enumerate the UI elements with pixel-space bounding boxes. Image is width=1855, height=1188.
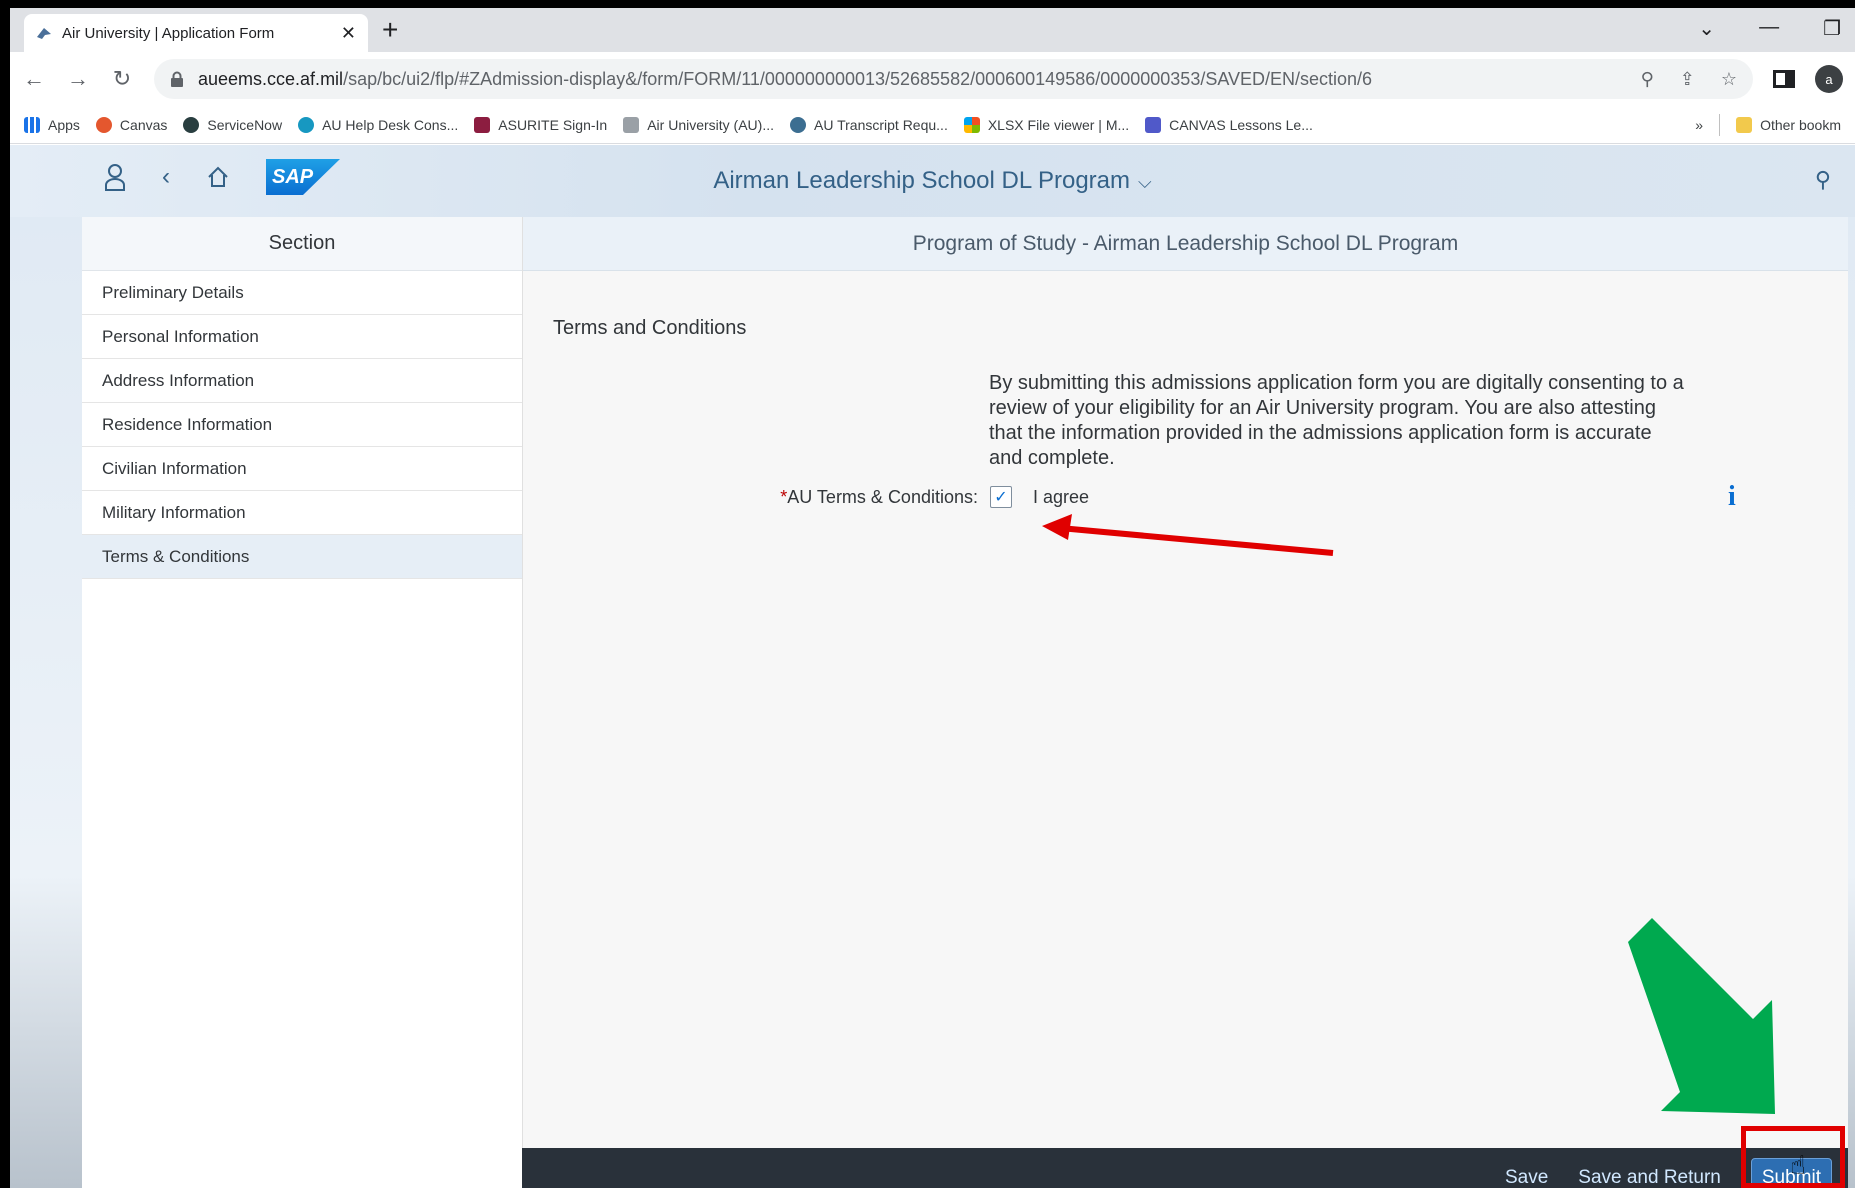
- terms-agree-label[interactable]: I agree: [1033, 487, 1089, 508]
- location-icon[interactable]: ⚲: [1641, 69, 1654, 90]
- forward-icon[interactable]: →: [66, 66, 90, 92]
- window-controls: ⌄ — ❐: [1698, 16, 1841, 41]
- asu-icon: [474, 116, 491, 133]
- bookmark-canvas[interactable]: Canvas: [95, 116, 167, 133]
- terms-agree-checkbox[interactable]: ✓: [990, 486, 1012, 508]
- favicon-icon: [37, 28, 51, 39]
- servicenow-icon: [183, 116, 200, 133]
- section-item-civilian-information[interactable]: Civilian Information: [82, 447, 522, 491]
- back-icon[interactable]: ←: [22, 66, 46, 92]
- bookmark-apps[interactable]: Apps: [24, 116, 80, 133]
- tab-search-icon[interactable]: ⌄: [1698, 16, 1715, 41]
- air-university-icon: [623, 116, 640, 133]
- bookmark-au-help-desk[interactable]: AU Help Desk Cons...: [298, 116, 458, 133]
- lock-icon: [171, 71, 183, 87]
- address-bar[interactable]: aueems.cce.af.mil/sap/bc/ui2/flp/#ZAdmis…: [154, 59, 1753, 99]
- bookmark-asurite[interactable]: ASURITE Sign-In: [474, 116, 607, 133]
- browser-tab[interactable]: Air University | Application Form ✕: [24, 14, 368, 52]
- bookmarks-divider: [1719, 113, 1721, 136]
- section-item-preliminary-details[interactable]: Preliminary Details: [82, 271, 522, 315]
- teams-icon: [1145, 116, 1162, 133]
- url-text: aueems.cce.af.mil/sap/bc/ui2/flp/#ZAdmis…: [198, 68, 1373, 89]
- main-panel: Program of Study - Airman Leadership Sch…: [522, 217, 1848, 1188]
- bookmarks-bar: Apps Canvas ServiceNow AU Help Desk Cons…: [10, 106, 1855, 144]
- chevron-down-icon: ⌵: [1138, 172, 1152, 192]
- section-header: Section: [82, 217, 522, 271]
- bookmark-servicenow[interactable]: ServiceNow: [183, 116, 282, 133]
- reload-icon[interactable]: ↻: [110, 66, 134, 92]
- browser-toolbar: ← → ↻ aueems.cce.af.mil/sap/bc/ui2/flp/#…: [10, 52, 1855, 106]
- bookmark-air-university[interactable]: Air University (AU)...: [623, 116, 774, 133]
- more-bookmarks-icon[interactable]: »: [1695, 117, 1703, 133]
- sap-shell: ‹ SAP Airman Leadership School DL Progra…: [10, 145, 1855, 1188]
- app-title[interactable]: Airman Leadership School DL Program ⌵: [10, 167, 1855, 195]
- folder-icon: [1736, 116, 1753, 133]
- bookmark-xlsx-viewer[interactable]: XLSX File viewer | M...: [963, 116, 1129, 133]
- apps-grid-icon: [24, 116, 40, 133]
- tab-close-icon[interactable]: ✕: [341, 23, 356, 44]
- shell-bar: ‹ SAP Airman Leadership School DL Progra…: [10, 145, 1855, 217]
- section-item-address-information[interactable]: Address Information: [82, 359, 522, 403]
- form-title: Terms and Conditions: [553, 317, 747, 339]
- screen: Air University | Application Form ✕ + ⌄ …: [10, 8, 1855, 1188]
- hand-cursor-icon: ☝: [1790, 1150, 1806, 1180]
- section-item-terms-conditions[interactable]: Terms & Conditions: [82, 535, 522, 579]
- omnibox-icons: ⚲ ⇪ ☆: [1641, 69, 1737, 90]
- section-item-residence-information[interactable]: Residence Information: [82, 403, 522, 447]
- side-panel-icon[interactable]: [1773, 70, 1795, 88]
- terms-field-row: *AU Terms & Conditions: ✓ I agree i: [523, 481, 1848, 517]
- new-tab-button[interactable]: +: [382, 14, 398, 46]
- terms-text: By submitting this admissions applicatio…: [989, 372, 1684, 469]
- share-icon[interactable]: ⇪: [1680, 69, 1695, 90]
- search-icon[interactable]: ⚲: [1815, 167, 1831, 193]
- browser-tabstrip: Air University | Application Form ✕ + ⌄ …: [10, 8, 1855, 52]
- other-bookmarks[interactable]: Other bookm: [1736, 116, 1841, 133]
- section-item-personal-information[interactable]: Personal Information: [82, 315, 522, 359]
- restore-icon[interactable]: ❐: [1823, 16, 1841, 41]
- profile-avatar[interactable]: a: [1815, 65, 1843, 93]
- bookmark-canvas-lessons[interactable]: CANVAS Lessons Le...: [1145, 116, 1313, 133]
- bookmark-au-transcript[interactable]: AU Transcript Requ...: [790, 116, 948, 133]
- section-panel: Section Preliminary Details Personal Inf…: [82, 217, 522, 1188]
- form-header: Program of Study - Airman Leadership Sch…: [523, 217, 1848, 271]
- transcript-icon: [790, 116, 806, 133]
- terms-field-label: *AU Terms & Conditions:: [780, 487, 978, 507]
- minimize-icon[interactable]: —: [1759, 16, 1779, 41]
- microsoft-icon: [963, 116, 980, 133]
- tab-title: Air University | Application Form: [62, 24, 275, 42]
- salesforce-icon: [298, 116, 315, 133]
- save-button[interactable]: Save: [1505, 1167, 1548, 1188]
- section-item-military-information[interactable]: Military Information: [82, 491, 522, 535]
- info-icon[interactable]: i: [1728, 481, 1736, 513]
- canvas-icon: [95, 116, 112, 133]
- footer-toolbar: Save Save and Return Submit: [522, 1148, 1848, 1188]
- bookmark-star-icon[interactable]: ☆: [1721, 69, 1737, 90]
- save-and-return-button[interactable]: Save and Return: [1578, 1167, 1721, 1188]
